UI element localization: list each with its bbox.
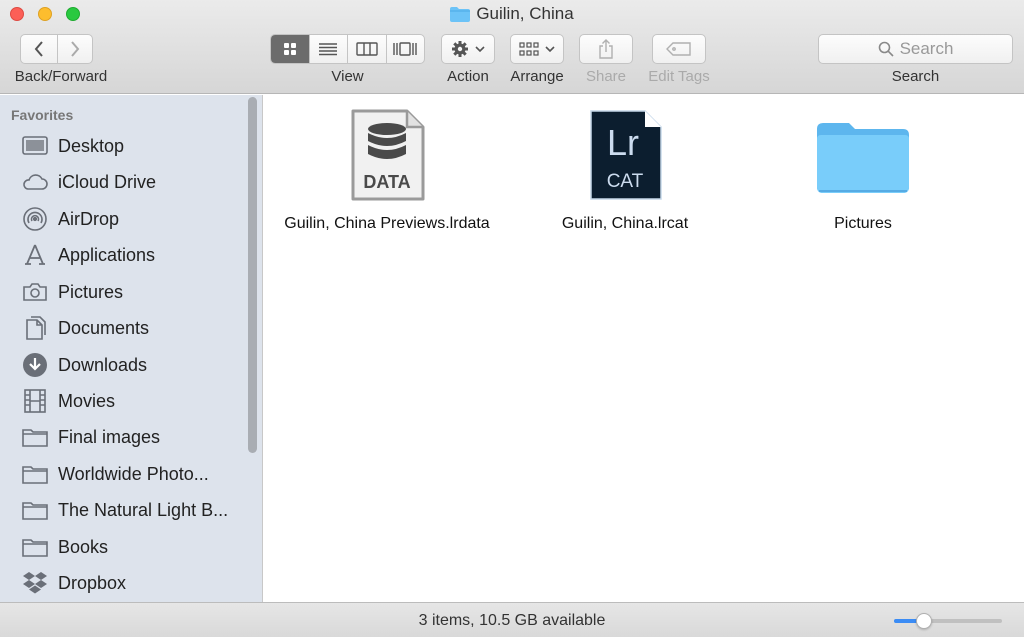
sidebar-item-folder[interactable]: Worldwide Photo... bbox=[22, 459, 242, 489]
file-name: Guilin, China Previews.lrdata bbox=[284, 215, 490, 232]
folder-icon bbox=[22, 461, 48, 487]
desktop-icon bbox=[22, 133, 48, 159]
search-placeholder: Search bbox=[899, 39, 954, 58]
dropbox-icon bbox=[22, 570, 48, 596]
sidebar-heading-favorites: Favorites bbox=[11, 107, 74, 123]
sidebar-item-label: The Natural Light B... bbox=[58, 499, 229, 520]
sidebar-item-label: Pictures bbox=[58, 281, 124, 302]
status-bar: 3 items, 10.5 GB available bbox=[0, 602, 1024, 637]
sidebar-item-applications[interactable]: Applications bbox=[22, 240, 242, 270]
folder-icon bbox=[22, 497, 48, 523]
sidebar-item-icloud-drive[interactable]: iCloud Drive bbox=[22, 167, 242, 197]
search-label: Search bbox=[891, 68, 940, 85]
action-button[interactable] bbox=[441, 34, 495, 64]
sidebar-item-desktop[interactable]: Desktop bbox=[22, 131, 242, 161]
lrdata-icon-label: DATA bbox=[363, 172, 410, 192]
list-view-button[interactable] bbox=[308, 35, 348, 63]
sidebar-item-label: Applications bbox=[58, 244, 156, 265]
list-icon bbox=[319, 43, 338, 56]
sidebar-item-label: Worldwide Photo... bbox=[58, 463, 209, 484]
sidebar-item-documents[interactable]: Documents bbox=[22, 313, 242, 343]
folder-icon bbox=[817, 123, 909, 193]
cover-flow-icon bbox=[393, 42, 417, 56]
sidebar-scrollbar[interactable] bbox=[248, 97, 257, 453]
cat-label: CAT bbox=[607, 171, 644, 192]
lr-logo-text: Lr bbox=[607, 122, 639, 163]
edit-tags-label: Edit Tags bbox=[648, 68, 710, 85]
sidebar-item-books[interactable]: Books bbox=[22, 532, 242, 562]
back-forward-label: Back/Forward bbox=[14, 68, 108, 85]
columns-icon bbox=[356, 42, 378, 56]
sidebar-item-label: Movies bbox=[58, 390, 116, 411]
cloud-icon bbox=[22, 169, 48, 195]
chevron-right-icon bbox=[70, 41, 80, 57]
sidebar-item-downloads[interactable]: Downloads bbox=[22, 350, 242, 380]
sidebar-item-label: iCloud Drive bbox=[58, 171, 157, 192]
file-item-lrcat[interactable]: Lr CAT Guilin, China.lrcat bbox=[505, 107, 745, 233]
gear-icon bbox=[452, 41, 468, 57]
airdrop-icon bbox=[22, 206, 48, 232]
icon-size-slider[interactable] bbox=[894, 613, 1002, 629]
folder-item-pictures[interactable]: Pictures bbox=[743, 107, 983, 233]
forward-button[interactable] bbox=[56, 35, 93, 63]
file-browser: DATA Guilin, China Previews.lrdata Lr CA… bbox=[264, 95, 1024, 602]
folder-icon bbox=[22, 534, 48, 560]
applications-icon bbox=[22, 242, 48, 268]
arrange-grid-icon bbox=[519, 42, 539, 56]
sidebar-item-dropbox[interactable]: Dropbox bbox=[22, 568, 242, 598]
file-item-lrdata[interactable]: DATA Guilin, China Previews.lrdata bbox=[267, 107, 507, 233]
film-icon bbox=[22, 388, 48, 414]
search-icon bbox=[878, 41, 894, 57]
sidebar: Favorites Desktop iCloud Drive AirDrop A… bbox=[0, 95, 263, 602]
slider-knob[interactable] bbox=[916, 613, 932, 629]
gallery-view-button[interactable] bbox=[385, 35, 425, 63]
view-control bbox=[270, 34, 425, 64]
sidebar-item-label: Downloads bbox=[58, 354, 148, 375]
sidebar-item-label: Final images bbox=[58, 426, 161, 447]
tag-icon bbox=[666, 42, 691, 56]
chevron-down-icon bbox=[475, 46, 485, 53]
edit-tags-button[interactable] bbox=[652, 34, 706, 64]
window-title: Guilin, China bbox=[0, 4, 1024, 24]
sidebar-item-airdrop[interactable]: AirDrop bbox=[22, 204, 242, 234]
sidebar-item-folder[interactable]: Final images bbox=[22, 422, 242, 452]
lrdata-file-icon: DATA bbox=[351, 109, 425, 201]
arrange-label: Arrange bbox=[510, 68, 564, 85]
sidebar-item-label: Dropbox bbox=[58, 572, 127, 593]
camera-icon bbox=[22, 279, 48, 305]
chevron-down-icon bbox=[545, 46, 555, 53]
view-label: View bbox=[331, 68, 364, 85]
icon-view-button[interactable] bbox=[271, 35, 309, 63]
back-forward-control bbox=[20, 34, 93, 64]
column-view-button[interactable] bbox=[347, 35, 386, 63]
arrange-button[interactable] bbox=[510, 34, 564, 64]
file-name: Guilin, China.lrcat bbox=[561, 215, 689, 232]
toolbar: Guilin, China Back/Forward View Action A… bbox=[0, 0, 1024, 94]
sidebar-item-label: Desktop bbox=[58, 135, 125, 156]
sidebar-item-movies[interactable]: Movies bbox=[22, 386, 242, 416]
chevron-left-icon bbox=[34, 41, 43, 57]
grid-icon bbox=[283, 43, 296, 55]
folder-icon bbox=[22, 424, 48, 450]
share-button[interactable] bbox=[579, 34, 633, 64]
sidebar-item-label: Books bbox=[58, 536, 109, 557]
search-input[interactable]: Search bbox=[818, 34, 1013, 64]
documents-icon bbox=[22, 315, 48, 341]
action-label: Action bbox=[447, 68, 489, 85]
file-name: Pictures bbox=[834, 215, 892, 232]
sidebar-item-label: Documents bbox=[58, 317, 150, 338]
back-button[interactable] bbox=[21, 35, 57, 63]
sidebar-item-pictures[interactable]: Pictures bbox=[22, 277, 242, 307]
lrcat-file-icon: Lr CAT bbox=[590, 110, 662, 200]
downloads-icon bbox=[22, 352, 48, 378]
window-title-text: Guilin, China bbox=[476, 4, 574, 23]
status-text: 3 items, 10.5 GB available bbox=[418, 612, 606, 629]
sidebar-item-folder[interactable]: The Natural Light B... bbox=[22, 495, 242, 525]
share-label: Share bbox=[585, 68, 627, 85]
folder-icon bbox=[450, 6, 471, 22]
sidebar-item-label: AirDrop bbox=[58, 208, 120, 229]
share-icon bbox=[599, 39, 613, 59]
